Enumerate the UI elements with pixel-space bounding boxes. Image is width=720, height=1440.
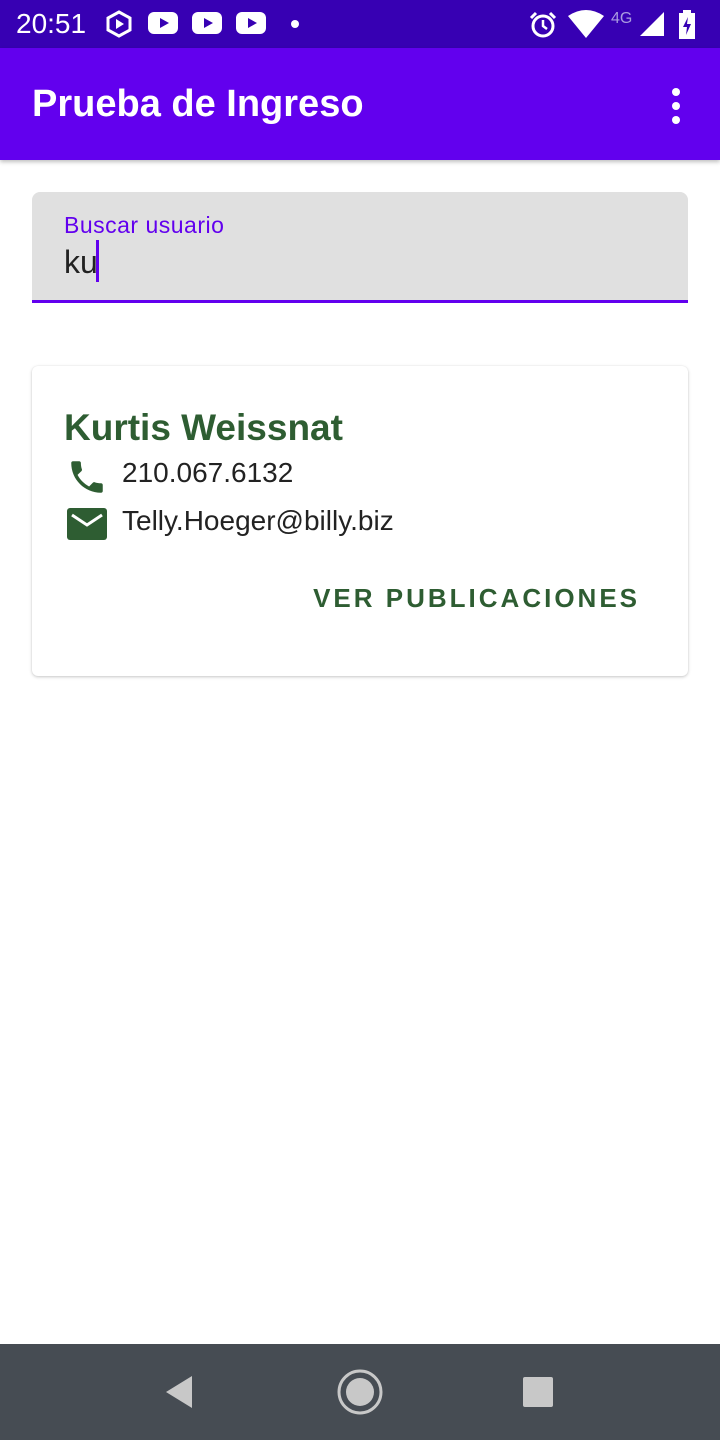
network-type-label: 4G xyxy=(611,10,633,27)
home-icon[interactable] xyxy=(336,1368,384,1416)
notification-dot-icon xyxy=(291,20,299,28)
battery-icon xyxy=(679,10,695,39)
email-icon xyxy=(67,508,107,540)
search-value: ku xyxy=(64,244,98,280)
hexagon-play-icon xyxy=(106,10,132,38)
more-vert-icon-dot xyxy=(672,102,680,110)
user-card: Kurtis Weissnat 210.067.6132 Telly.Hoege… xyxy=(32,366,688,676)
more-vert-icon xyxy=(672,88,680,96)
user-email: Telly.Hoeger@billy.biz xyxy=(122,505,394,536)
app-title: Prueba de Ingreso xyxy=(32,83,364,125)
back-icon[interactable] xyxy=(156,1368,204,1416)
view-posts-button[interactable]: VER PUBLICACIONES xyxy=(288,574,640,622)
more-options-button[interactable] xyxy=(652,82,700,130)
youtube-icon xyxy=(236,12,266,34)
recents-icon[interactable] xyxy=(514,1368,562,1416)
youtube-icon xyxy=(148,12,178,34)
search-input[interactable]: ku xyxy=(64,242,624,282)
phone-icon xyxy=(71,461,103,493)
status-bar: 20:51 4G xyxy=(0,0,720,48)
user-name: Kurtis Weissnat xyxy=(64,407,343,448)
text-cursor xyxy=(96,240,99,282)
search-field[interactable]: Buscar usuario ku xyxy=(32,192,688,303)
wifi-icon xyxy=(568,10,604,38)
navigation-bar xyxy=(0,1344,720,1440)
signal-icon xyxy=(640,12,664,36)
app-bar: Prueba de Ingreso xyxy=(0,48,720,160)
alarm-icon xyxy=(529,11,557,38)
youtube-icon xyxy=(192,12,222,34)
more-vert-icon-dot xyxy=(672,116,680,124)
status-time: 20:51 xyxy=(16,8,87,39)
search-label: Buscar usuario xyxy=(64,212,225,238)
user-phone: 210.067.6132 xyxy=(122,457,294,488)
